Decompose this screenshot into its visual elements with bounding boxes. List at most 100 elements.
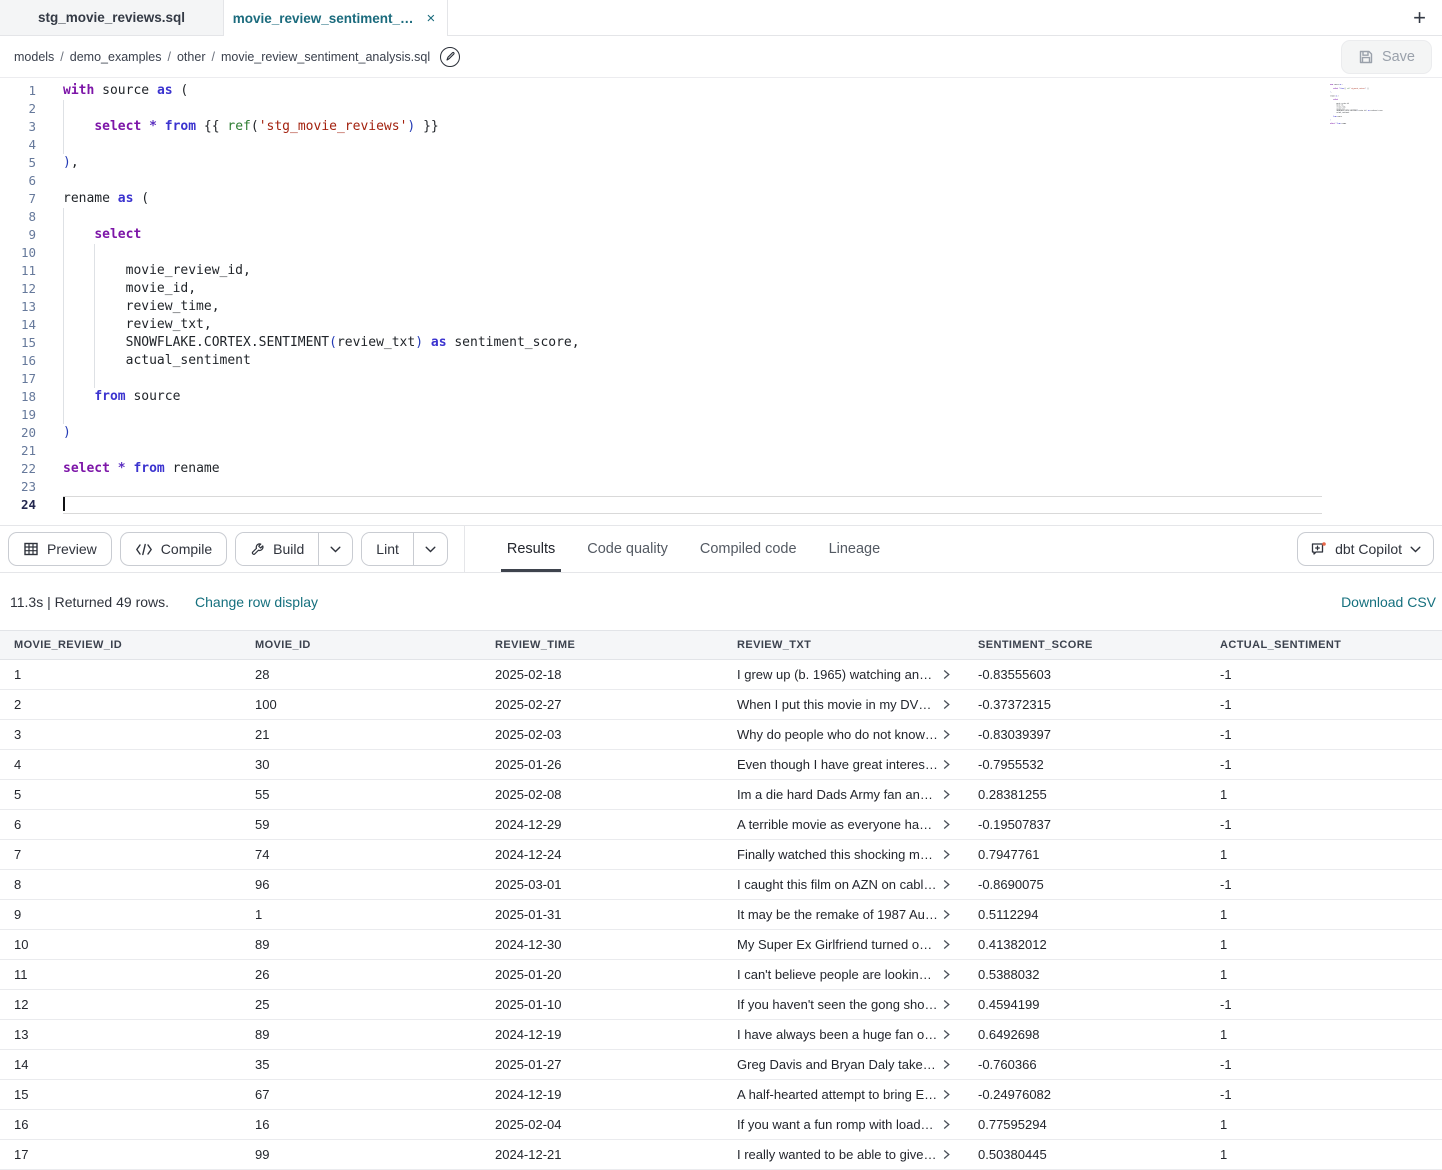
compile-button[interactable]: Compile (120, 532, 227, 566)
expand-row-icon[interactable] (942, 759, 951, 770)
build-dropdown-button[interactable] (318, 533, 352, 565)
table-row: 11262025-01-20I can't believe people are… (0, 960, 1442, 990)
expand-row-icon[interactable] (942, 879, 951, 890)
new-tab-icon[interactable]: + (1407, 7, 1432, 29)
line-number: 10 (0, 244, 36, 262)
expand-row-icon[interactable] (942, 729, 951, 740)
code-line[interactable]: 20) (0, 424, 1442, 442)
code-line[interactable]: 1with source as ( (0, 82, 1442, 100)
code-line[interactable]: 5), (0, 154, 1442, 172)
code-line[interactable]: 4 (0, 136, 1442, 154)
code-line[interactable]: 19 (0, 406, 1442, 424)
cell-value: -0.19507837 (978, 817, 1206, 832)
breadcrumb-models[interactable]: models (14, 50, 54, 64)
expand-row-icon[interactable] (942, 699, 951, 710)
dbt-copilot-button[interactable]: dbt Copilot (1297, 532, 1434, 566)
cell-value: 2 (14, 697, 241, 712)
cell-sentiment-score: -0.7955532 (964, 750, 1206, 779)
line-number: 3 (0, 118, 36, 136)
cell-value: Greg Davis and Bryan Daly take some … (737, 1057, 938, 1072)
code-line[interactable]: 16 actual_sentiment (0, 352, 1442, 370)
expand-row-icon[interactable] (942, 909, 951, 920)
cell-sentiment-score: -0.37372315 (964, 690, 1206, 719)
code-line[interactable]: 12 movie_id, (0, 280, 1442, 298)
build-button[interactable]: Build (236, 533, 318, 565)
cell-value: -0.83039397 (978, 727, 1206, 742)
lint-button[interactable]: Lint (362, 533, 413, 565)
copilot-explain-icon[interactable] (440, 47, 460, 67)
table-row: 21002025-02-27When I put this movie in m… (0, 690, 1442, 720)
expand-row-icon[interactable] (942, 939, 951, 950)
code-line[interactable]: 23 (0, 478, 1442, 496)
expand-row-icon[interactable] (942, 999, 951, 1010)
code-line[interactable]: 3 select * from {{ ref('stg_movie_review… (0, 118, 1442, 136)
change-row-display-link[interactable]: Change row display (195, 594, 318, 610)
line-number: 15 (0, 334, 36, 352)
tab-compiled-code[interactable]: Compiled code (684, 526, 813, 572)
tab-movie-review-sentiment-analysis[interactable]: movie_review_sentiment_… × (224, 0, 448, 36)
expand-row-icon[interactable] (942, 789, 951, 800)
minimap[interactable]: with source as ( select * from {{ ref('s… (1330, 84, 1390, 136)
code-line[interactable]: 24 (0, 496, 1442, 514)
lint-dropdown-button[interactable] (413, 533, 447, 565)
file-header-row: models / demo_examples / other / movie_r… (0, 36, 1442, 78)
breadcrumb-demo-examples[interactable]: demo_examples (70, 50, 162, 64)
indent-guide (94, 316, 95, 334)
line-number: 23 (0, 478, 36, 496)
download-csv-link[interactable]: Download CSV (1341, 594, 1436, 610)
preview-button[interactable]: Preview (8, 532, 112, 566)
indent-guide (63, 100, 64, 118)
cell-sentiment-score: -0.19507837 (964, 810, 1206, 839)
expand-row-icon[interactable] (942, 849, 951, 860)
cell-value: -0.24976082 (978, 1087, 1206, 1102)
code-line[interactable]: 14 review_txt, (0, 316, 1442, 334)
close-tab-icon[interactable]: × (424, 9, 439, 28)
table-row: 5552025-02-08Im a die hard Dads Army fan… (0, 780, 1442, 810)
expand-row-icon[interactable] (942, 669, 951, 680)
expand-row-icon[interactable] (942, 1029, 951, 1040)
cell-movie-review-id: 10 (0, 930, 241, 959)
tab-lineage[interactable]: Lineage (813, 526, 897, 572)
code-line[interactable]: 9 select (0, 226, 1442, 244)
cell-review-txt: Finally watched this shocking movie la… (723, 840, 964, 869)
code-line[interactable]: 6 (0, 172, 1442, 190)
code-line[interactable]: 15 SNOWFLAKE.CORTEX.SENTIMENT(review_txt… (0, 334, 1442, 352)
code-line[interactable]: 18 from source (0, 388, 1442, 406)
code-line[interactable]: 13 review_time, (0, 298, 1442, 316)
cell-movie-id: 30 (241, 750, 481, 779)
tab-stg-movie-reviews[interactable]: stg_movie_reviews.sql (0, 0, 224, 35)
code-line[interactable]: 10 (0, 244, 1442, 262)
expand-row-icon[interactable] (942, 969, 951, 980)
code-line[interactable]: 21 (0, 442, 1442, 460)
query-summary: 11.3s | Returned 49 rows. (10, 594, 169, 610)
cell-sentiment-score: -0.83039397 (964, 720, 1206, 749)
table-row: 3212025-02-03Why do people who do not kn… (0, 720, 1442, 750)
line-number: 9 (0, 226, 36, 244)
code-line[interactable]: 8 (0, 208, 1442, 226)
expand-row-icon[interactable] (942, 1149, 951, 1160)
expand-row-icon[interactable] (942, 1119, 951, 1130)
cell-value: I caught this film on AZN on cable. It s… (737, 877, 938, 892)
cell-actual-sentiment: 1 (1206, 1110, 1442, 1139)
cell-actual-sentiment: -1 (1206, 1080, 1442, 1109)
cell-value: 2025-01-31 (495, 907, 723, 922)
tab-results[interactable]: Results (491, 526, 571, 572)
code-editor[interactable]: 1with source as (23 select * from {{ ref… (0, 78, 1442, 525)
code-line[interactable]: 22select * from rename (0, 460, 1442, 478)
expand-row-icon[interactable] (942, 1089, 951, 1100)
expand-row-icon[interactable] (942, 819, 951, 830)
code-line[interactable]: 2 (0, 100, 1442, 118)
code-line[interactable]: 7rename as ( (0, 190, 1442, 208)
cell-sentiment-score: -0.760366 (964, 1050, 1206, 1079)
line-number: 17 (0, 370, 36, 388)
cell-movie-id: 100 (241, 690, 481, 719)
cell-value: 16 (255, 1117, 481, 1132)
code-line[interactable]: 17 (0, 370, 1442, 388)
save-button[interactable]: Save (1341, 40, 1432, 74)
code-line[interactable]: 11 movie_review_id, (0, 262, 1442, 280)
breadcrumb-other[interactable]: other (177, 50, 206, 64)
expand-row-icon[interactable] (942, 1059, 951, 1070)
tab-code-quality[interactable]: Code quality (571, 526, 684, 572)
cell-value: A half-hearted attempt to bring Elvis P… (737, 1087, 938, 1102)
cell-movie-review-id: 14 (0, 1050, 241, 1079)
